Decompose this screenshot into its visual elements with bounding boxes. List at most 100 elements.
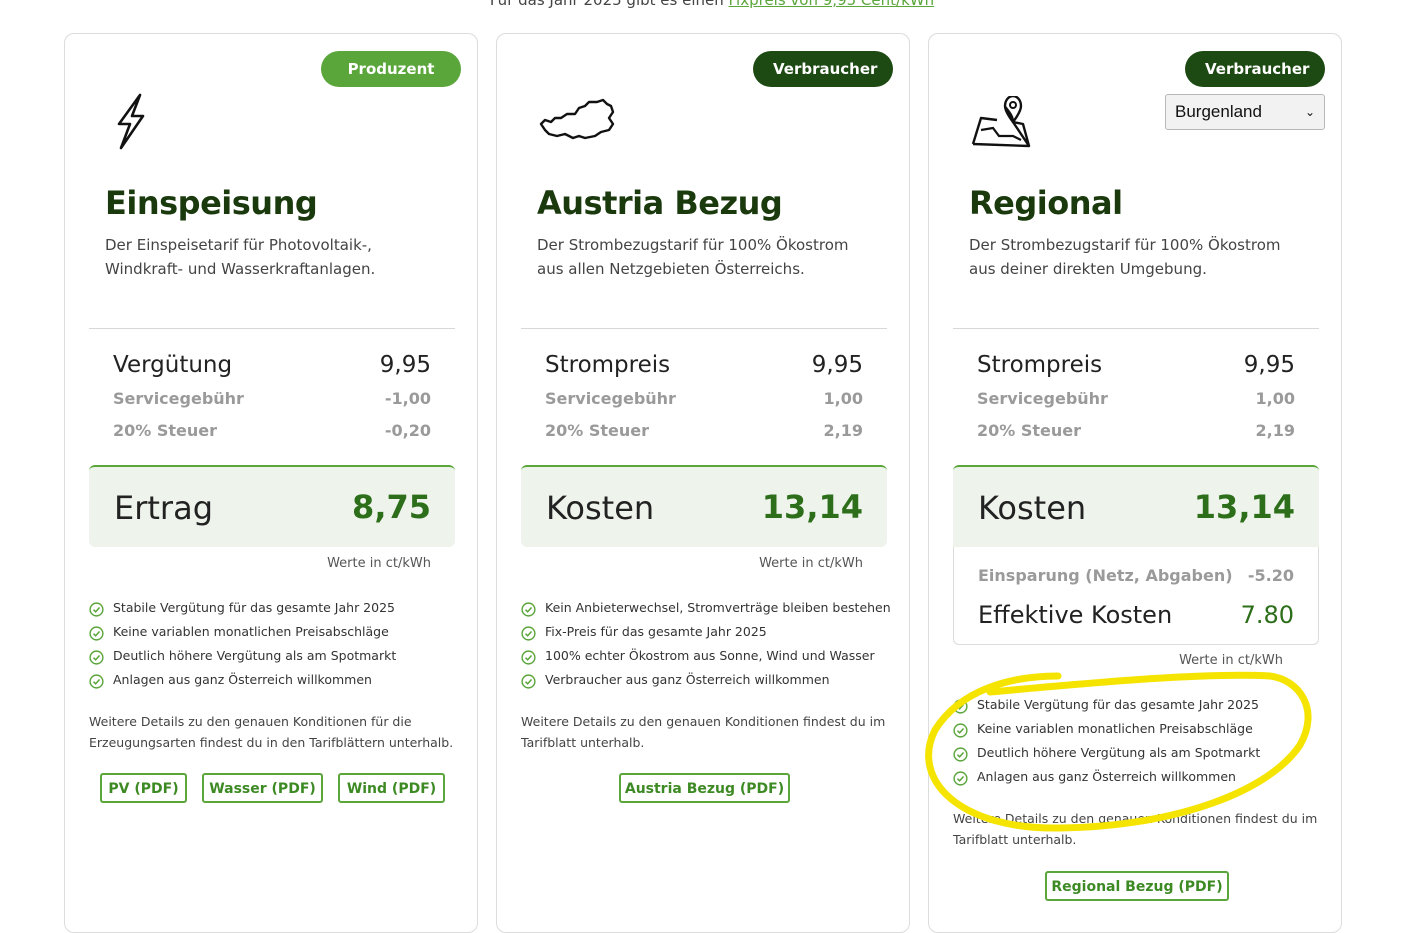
total-box: Ertrag 8,75 (89, 465, 455, 547)
fixed-price-link[interactable]: Fixpreis von 9,95 Cent/kWh (729, 0, 935, 9)
price-row-main: Strompreis 9,95 (545, 352, 863, 378)
feature-text: Fix-Preis für das gesamte Jahr 2025 (545, 624, 767, 639)
total-value: 8,75 (352, 488, 431, 526)
effective-cost-row: Effektive Kosten 7.80 (978, 601, 1294, 629)
list-item: 100% echter Ökostrom aus Sonne, Wind und… (521, 644, 891, 668)
savings-box: Einsparung (Netz, Abgaben) -5.20 Effekti… (953, 547, 1319, 645)
service-value: 1,00 (1255, 389, 1295, 408)
divider (953, 328, 1319, 329)
tax-label: 20% Steuer (545, 421, 650, 440)
feature-text: Kein Anbieterwechsel, Stromverträge blei… (545, 600, 891, 615)
tariff-card-regional: Verbraucher Burgenland ⌄ Regional Der St… (928, 33, 1342, 933)
details-text: Weitere Details zu den genauen Kondition… (89, 714, 454, 750)
divider (521, 328, 887, 329)
tariff-card-austria-bezug: Verbraucher Austria Bezug Der Strombezug… (496, 33, 910, 933)
austria-bezug-pdf-button[interactable]: Austria Bezug (PDF) (619, 773, 790, 803)
pv-pdf-button[interactable]: PV (PDF) (100, 773, 187, 803)
price-row-tax: 20% Steuer -0,20 (113, 421, 431, 440)
price-row-main: Strompreis 9,95 (977, 352, 1295, 378)
feature-list: Stabile Vergütung für das gesamte Jahr 2… (953, 693, 1323, 789)
main-label: Strompreis (545, 352, 671, 378)
badge-verbraucher: Verbraucher (753, 51, 893, 87)
main-value: 9,95 (811, 352, 863, 378)
feature-text: 100% echter Ökostrom aus Sonne, Wind und… (545, 648, 875, 663)
list-item: Keine variablen monatlichen Preisabschlä… (89, 620, 459, 644)
badge-verbraucher: Verbraucher (1185, 51, 1325, 87)
card-description: Der Strombezugstarif für 100% Ökostrom a… (969, 236, 1281, 278)
card-title: Austria Bezug (537, 184, 783, 222)
tariff-card-einspeisung: Produzent Einspeisung Der Einspeisetarif… (64, 33, 478, 933)
price-row-service: Servicegebühr 1,00 (977, 389, 1295, 408)
badge-produzent: Produzent (321, 51, 461, 87)
region-select-value: Burgenland (1175, 102, 1262, 121)
main-label: Strompreis (977, 352, 1103, 378)
total-value: 13,14 (1193, 488, 1295, 526)
units-note: Werte in ct/kWh (759, 556, 863, 571)
region-select[interactable]: Burgenland ⌄ (1165, 94, 1325, 130)
map-pin-icon (969, 94, 1033, 156)
card-title: Einspeisung (105, 184, 318, 222)
list-item: Deutlich höhere Vergütung als am Spotmar… (953, 741, 1323, 765)
service-label: Servicegebühr (977, 389, 1108, 408)
total-value: 13,14 (761, 488, 863, 526)
list-item: Verbraucher aus ganz Österreich willkomm… (521, 668, 891, 692)
card-title: Regional (969, 184, 1123, 222)
list-item: Fix-Preis für das gesamte Jahr 2025 (521, 620, 891, 644)
wind-pdf-button[interactable]: Wind (PDF) (338, 773, 445, 803)
details-text: Weitere Details zu den genauen Kondition… (953, 811, 1318, 847)
feature-text: Verbraucher aus ganz Österreich willkomm… (545, 672, 830, 687)
check-circle-icon (89, 673, 104, 697)
main-label: Vergütung (113, 352, 233, 378)
total-label: Kosten (978, 489, 1087, 527)
card-description: Der Einspeisetarif für Photovoltaik-, Wi… (105, 236, 376, 278)
price-row-tax: 20% Steuer 2,19 (545, 421, 863, 440)
feature-text: Anlagen aus ganz Österreich willkommen (977, 769, 1236, 784)
service-value: 1,00 (823, 389, 863, 408)
lightning-bolt-icon (105, 92, 165, 156)
regional-bezug-pdf-button[interactable]: Regional Bezug (PDF) (1045, 871, 1229, 901)
feature-text: Deutlich höhere Vergütung als am Spotmar… (977, 745, 1261, 760)
price-row-service: Servicegebühr 1,00 (545, 389, 863, 408)
main-value: 9,95 (1243, 352, 1295, 378)
wasser-pdf-button[interactable]: Wasser (PDF) (202, 773, 323, 803)
top-note-text: Für das Jahr 2025 gibt es einen (489, 0, 724, 9)
tax-value: -0,20 (384, 421, 431, 440)
service-label: Servicegebühr (113, 389, 244, 408)
austria-map-icon (537, 96, 617, 150)
service-label: Servicegebühr (545, 389, 676, 408)
divider (89, 328, 455, 329)
feature-text: Keine variablen monatlichen Preisabschlä… (113, 624, 389, 639)
chevron-down-icon: ⌄ (1304, 105, 1315, 119)
check-circle-icon (521, 673, 536, 697)
feature-list: Stabile Vergütung für das gesamte Jahr 2… (89, 596, 459, 692)
top-note: Für das Jahr 2025 gibt es einen Fixpreis… (0, 0, 1424, 9)
tax-value: 2,19 (1255, 421, 1295, 440)
feature-text: Stabile Vergütung für das gesamte Jahr 2… (977, 697, 1259, 712)
effective-label: Effektive Kosten (978, 601, 1173, 629)
price-row-service: Servicegebühr -1,00 (113, 389, 431, 408)
price-row-main: Vergütung 9,95 (113, 352, 431, 378)
savings-row: Einsparung (Netz, Abgaben) -5.20 (978, 566, 1294, 585)
list-item: Kein Anbieterwechsel, Stromverträge blei… (521, 596, 891, 620)
total-box: Kosten 13,14 (521, 465, 887, 547)
list-item: Stabile Vergütung für das gesamte Jahr 2… (953, 693, 1323, 717)
total-label: Ertrag (114, 489, 213, 527)
details-text: Weitere Details zu den genauen Kondition… (521, 714, 886, 750)
price-row-tax: 20% Steuer 2,19 (977, 421, 1295, 440)
units-note: Werte in ct/kWh (1179, 653, 1283, 668)
list-item: Keine variablen monatlichen Preisabschlä… (953, 717, 1323, 741)
feature-list: Kein Anbieterwechsel, Stromverträge blei… (521, 596, 891, 692)
effective-value: 7.80 (1240, 601, 1294, 629)
feature-text: Stabile Vergütung für das gesamte Jahr 2… (113, 600, 395, 615)
list-item: Deutlich höhere Vergütung als am Spotmar… (89, 644, 459, 668)
savings-label: Einsparung (Netz, Abgaben) (978, 566, 1233, 585)
units-note: Werte in ct/kWh (327, 556, 431, 571)
feature-text: Keine variablen monatlichen Preisabschlä… (977, 721, 1253, 736)
tax-label: 20% Steuer (977, 421, 1082, 440)
list-item: Anlagen aus ganz Österreich willkommen (89, 668, 459, 692)
feature-text: Deutlich höhere Vergütung als am Spotmar… (113, 648, 397, 663)
savings-value: -5.20 (1247, 566, 1294, 585)
tax-label: 20% Steuer (113, 421, 218, 440)
list-item: Stabile Vergütung für das gesamte Jahr 2… (89, 596, 459, 620)
check-circle-icon (953, 770, 968, 794)
